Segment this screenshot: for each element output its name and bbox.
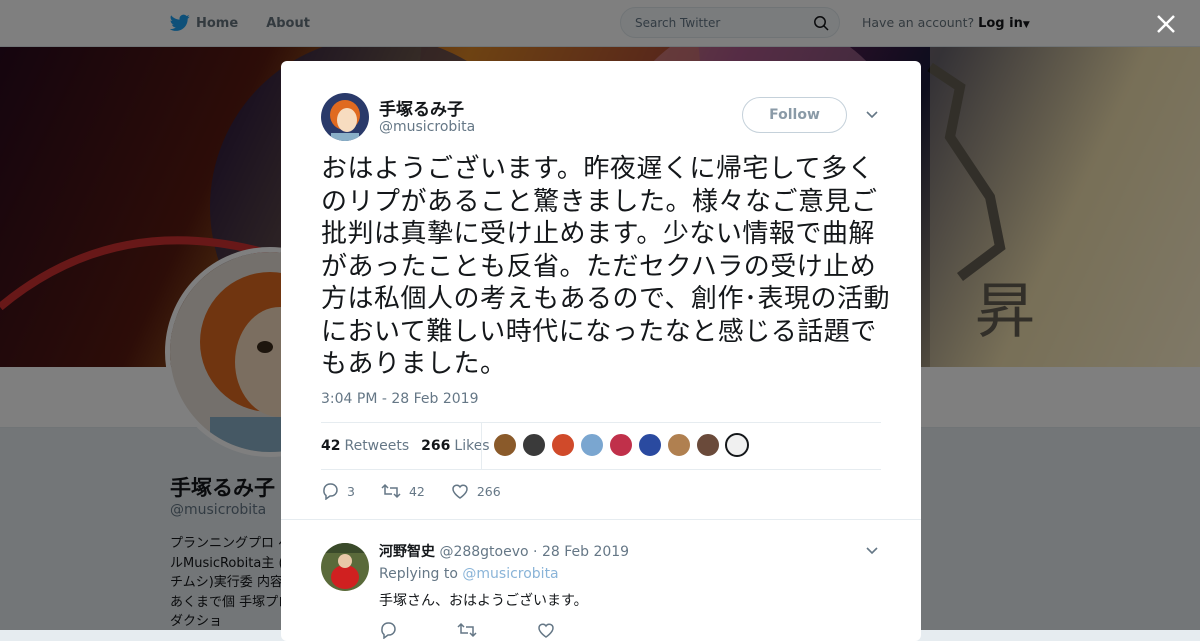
liker-avatar[interactable] [493, 433, 517, 457]
tweet-actions: 3 42 266 [321, 481, 527, 501]
like-button[interactable]: 266 [451, 482, 501, 500]
chevron-down-icon[interactable] [864, 107, 880, 123]
heart-icon[interactable] [537, 621, 555, 639]
replying-handle[interactable]: @musicrobita [462, 566, 558, 582]
reply-author-handle[interactable]: @288gtoevo [439, 544, 528, 560]
author-avatar-image [321, 93, 369, 141]
author-handle[interactable]: @musicrobita [379, 119, 475, 135]
replying-prefix: Replying to [379, 566, 458, 582]
liker-avatar[interactable] [580, 433, 604, 457]
tweet-timestamp[interactable]: 3:04 PM - 28 Feb 2019 [321, 391, 479, 407]
retweet-count: 42 [408, 483, 425, 499]
like-count: 266 [476, 483, 501, 499]
reply-avatar-image [321, 543, 369, 591]
tweet-text: おはようございます。昨夜遅くに帰宅して多くのリプがあること驚きました。様々なご意… [321, 154, 890, 379]
retweets-count: 42 [321, 438, 341, 454]
liker-avatar[interactable] [522, 433, 546, 457]
close-icon[interactable] [1152, 10, 1180, 38]
retweet-button[interactable]: 42 [381, 482, 425, 500]
liker-avatar[interactable] [609, 433, 633, 457]
reply-author-name[interactable]: 河野智史 [379, 544, 435, 560]
stats-separator [481, 423, 482, 469]
reply-header: 河野智史 @288gtoevo · 28 Feb 2019 [379, 541, 629, 561]
replying-to: Replying to @musicrobita [379, 566, 559, 582]
reply-separator: · [533, 544, 538, 560]
liker-avatar[interactable] [696, 433, 720, 457]
reply-icon[interactable] [379, 621, 397, 639]
reply-button[interactable]: 3 [321, 482, 355, 500]
reply-text: 手塚さん、おはようございます。 [379, 593, 588, 609]
chevron-down-icon[interactable] [864, 543, 880, 559]
retweets-label: Retweets [344, 438, 410, 454]
author-name[interactable]: 手塚るみ子 [379, 95, 464, 120]
follow-button[interactable]: Follow [742, 97, 847, 133]
liker-avatar[interactable] [725, 433, 749, 457]
reply-icon [323, 483, 338, 500]
reply-avatar[interactable] [321, 543, 369, 591]
reply-date[interactable]: 28 Feb 2019 [542, 544, 629, 560]
tweet-modal: 手塚るみ子 @musicrobita Follow おはようございます。昨夜遅く… [281, 61, 921, 641]
heart-icon [452, 484, 468, 499]
reply-count: 3 [347, 483, 355, 499]
retweets-stat[interactable]: 42 Retweets [321, 438, 409, 454]
liker-avatar[interactable] [551, 433, 575, 457]
reply-actions [379, 621, 615, 639]
retweet-icon [381, 483, 401, 499]
liker-avatars [493, 433, 754, 457]
likes-stat[interactable]: 266 Likes [421, 438, 489, 454]
liker-avatar[interactable] [638, 433, 662, 457]
divider [321, 469, 881, 470]
retweet-icon[interactable] [457, 621, 477, 639]
divider [281, 519, 921, 520]
author-avatar[interactable] [321, 93, 369, 141]
likes-label: Likes [454, 438, 490, 454]
liker-avatar[interactable] [667, 433, 691, 457]
tweet-stats: 42 Retweets 266 Likes [321, 423, 502, 469]
likes-count: 266 [421, 438, 451, 454]
